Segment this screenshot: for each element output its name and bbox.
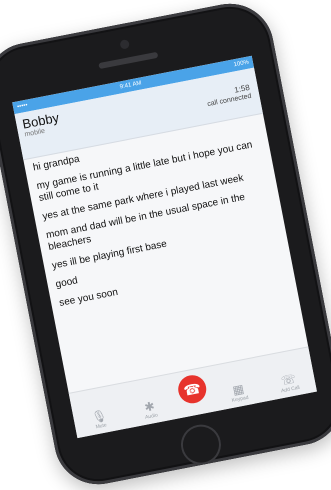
mute-button[interactable]: 🎙 Mute [78, 406, 121, 433]
audio-button[interactable]: ✱ Audio [129, 396, 172, 423]
end-call-button[interactable]: ☎ [175, 372, 209, 406]
home-button[interactable] [177, 421, 225, 469]
phone-screen: ••••• 9:41 AM 100% Bobby mobile 1:58 cal… [12, 55, 317, 439]
stage: ••••• 9:41 AM 100% Bobby mobile 1:58 cal… [0, 0, 331, 490]
phone-end-icon: ☎ [182, 379, 203, 399]
mute-label: Mute [95, 422, 108, 431]
phone-frame: ••••• 9:41 AM 100% Bobby mobile 1:58 cal… [0, 0, 331, 490]
add-call-button[interactable]: ☏ Add Call [268, 369, 311, 396]
call-toolbar: 🎙 Mute ✱ Audio ☎ ▦ Keypad ☏ Add Call [68, 346, 317, 439]
camera-icon [119, 39, 130, 50]
keypad-button[interactable]: ▦ Keypad [217, 379, 260, 406]
audio-label: Audio [144, 412, 159, 421]
speaker-grille [98, 51, 159, 70]
